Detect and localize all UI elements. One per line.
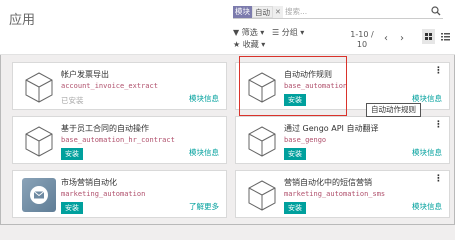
installed-label: 已安装 bbox=[61, 96, 84, 105]
module-cube-icon bbox=[25, 126, 53, 157]
module-technical-name: marketing_automation_sms bbox=[284, 190, 386, 198]
pager-range: 1-10 / bbox=[350, 30, 374, 39]
module-cube-icon bbox=[248, 126, 276, 157]
install-button[interactable]: 安装 bbox=[61, 148, 83, 160]
module-info-link[interactable]: 模块信息 bbox=[189, 147, 219, 158]
tooltip: 自动动作规则 bbox=[366, 103, 421, 117]
module-info-link[interactable]: 模块信息 bbox=[412, 147, 442, 158]
module-info-link[interactable]: 模块信息 bbox=[189, 93, 219, 104]
module-technical-name: marketing_automation bbox=[61, 190, 146, 198]
module-name: 帐户发票导出 bbox=[61, 70, 109, 79]
pager-next-icon[interactable]: › bbox=[400, 33, 404, 44]
module-cube-icon bbox=[25, 72, 53, 103]
module-cube-icon bbox=[248, 180, 276, 211]
install-button[interactable]: 安装 bbox=[61, 202, 83, 214]
filter-icon: ▼ bbox=[233, 28, 240, 37]
install-button[interactable]: 安装 bbox=[284, 148, 306, 160]
card-menu-icon[interactable]: ⋮ bbox=[434, 175, 443, 184]
module-name: 基于员工合同的自动操作 bbox=[61, 124, 149, 133]
group-by-button[interactable]: ☰ 分组 ▾ bbox=[272, 27, 304, 38]
control-panel: 应用 模块 自动 ✕ 搜索... ▼ 筛选 ▾ ☰ 分组 ▾ ★ 收藏 ▾ 1-… bbox=[0, 0, 455, 55]
module-card[interactable]: 市场营销自动化 marketing_automation 安装 了解更多 bbox=[12, 170, 227, 218]
facet-key: 模块 bbox=[233, 6, 252, 18]
module-card[interactable]: 基于员工合同的自动操作 base_automation_hr_contract … bbox=[12, 116, 227, 164]
module-info-link[interactable]: 模块信息 bbox=[412, 201, 442, 212]
filter-button[interactable]: ▼ 筛选 ▾ bbox=[233, 27, 264, 38]
module-card[interactable]: 帐户发票导出 account_invoice_extract 已安装 模块信息 bbox=[12, 62, 227, 110]
caret-down-icon: ▾ bbox=[261, 40, 266, 49]
module-card[interactable]: ⋮ 通过 Gengo API 自动翻译 base_gengo 安装 模块信息 bbox=[235, 116, 450, 164]
learn-more-link[interactable]: 了解更多 bbox=[189, 201, 219, 212]
caret-down-icon: ▾ bbox=[300, 28, 305, 37]
install-button[interactable]: 安装 bbox=[284, 202, 306, 214]
card-menu-icon[interactable]: ⋮ bbox=[434, 67, 443, 76]
search-icon[interactable] bbox=[431, 6, 441, 16]
search-bar[interactable]: 模块 自动 ✕ 搜索... bbox=[233, 5, 443, 19]
facet-remove-icon[interactable]: ✕ bbox=[273, 6, 283, 18]
search-facet: 模块 自动 ✕ bbox=[233, 6, 283, 18]
highlight-box bbox=[239, 56, 347, 116]
card-menu-icon[interactable]: ⋮ bbox=[434, 121, 443, 130]
kanban-view-icon[interactable] bbox=[422, 29, 435, 44]
search-input[interactable]: 搜索... bbox=[285, 6, 307, 18]
module-name: 通过 Gengo API 自动翻译 bbox=[284, 124, 379, 133]
module-technical-name: base_gengo bbox=[284, 136, 327, 144]
module-card[interactable]: ⋮ 营销自动化中的短信营销 marketing_automation_sms 安… bbox=[235, 170, 450, 218]
pager-prev-icon[interactable]: ‹ bbox=[384, 33, 388, 44]
filter-label: 筛选 bbox=[241, 28, 258, 37]
caret-down-icon: ▾ bbox=[260, 28, 265, 37]
list-view-icon[interactable] bbox=[439, 29, 452, 44]
group-icon: ☰ bbox=[272, 28, 280, 37]
pager-total: 10 bbox=[356, 40, 368, 49]
page-title: 应用 bbox=[9, 13, 36, 28]
facet-value: 自动 bbox=[252, 6, 273, 18]
star-icon: ★ bbox=[233, 40, 241, 49]
pager-value[interactable]: 1-10 / 10 bbox=[346, 30, 378, 50]
marketing-automation-icon bbox=[22, 178, 56, 212]
favorites-button[interactable]: ★ 收藏 ▾ bbox=[233, 39, 265, 50]
module-name: 营销自动化中的短信营销 bbox=[284, 178, 372, 187]
favorites-label: 收藏 bbox=[242, 40, 259, 49]
module-technical-name: base_automation_hr_contract bbox=[61, 136, 175, 144]
module-name: 市场营销自动化 bbox=[61, 178, 117, 187]
module-technical-name: account_invoice_extract bbox=[61, 82, 158, 90]
group-label: 分组 bbox=[281, 28, 298, 37]
